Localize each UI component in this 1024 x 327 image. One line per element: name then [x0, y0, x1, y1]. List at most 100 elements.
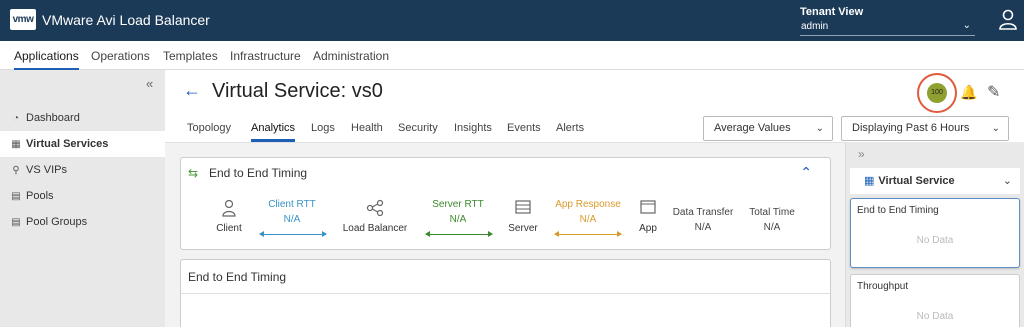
tab-events[interactable]: Events [507, 122, 541, 134]
tab-analytics[interactable]: Analytics [251, 122, 296, 142]
sidebar-item-label: Pools [26, 190, 54, 202]
total-time-label: Total Time [749, 207, 795, 218]
server-rtt-value: N/A [449, 214, 467, 225]
grid-icon: ▦ [11, 139, 21, 150]
end-to-end-timing-chart-card: End to End Timing [180, 259, 831, 327]
tab-alerts[interactable]: Alerts [556, 122, 584, 134]
app-response-value: N/A [579, 214, 597, 225]
grid-icon: ▦ [864, 175, 875, 187]
chevron-up-icon[interactable]: ⌃ [800, 164, 812, 181]
server-icon [503, 199, 543, 221]
nav-infrastructure[interactable]: Infrastructure [230, 49, 301, 63]
app-response-label: App Response [555, 199, 621, 210]
tenant-dropdown[interactable]: admin ⌄ [800, 20, 975, 36]
top-navigation: Applications Operations Templates Infras… [0, 41, 1024, 71]
chevron-down-icon: ⌄ [991, 123, 1000, 134]
client-node: Client [211, 199, 247, 234]
app-node: App [633, 199, 663, 234]
chevron-down-icon: ⌄ [1002, 175, 1012, 187]
tab-insights[interactable]: Insights [454, 122, 492, 134]
sidebar-item-label: VS VIPs [26, 164, 67, 176]
sidebar: « ◔ Dashboard ▦ Virtual Services ⚲ VS VIPs … [0, 70, 165, 327]
metric-tile-throughput[interactable]: Throughput No Data [850, 274, 1020, 327]
card-title: End to End Timing [188, 270, 287, 284]
server-group-icon: ▤ [11, 217, 21, 228]
tenant-value: admin [801, 21, 829, 32]
card-title: End to End Timing [209, 166, 308, 180]
page-title: Virtual Service: vs0 [212, 80, 383, 102]
values-dropdown-label: Average Values [714, 122, 791, 134]
metric-category-label: Virtual Service [878, 175, 955, 187]
client-rtt-label: Client RTT [268, 199, 316, 210]
sidebar-item-pool-groups[interactable]: ▤ Pool Groups [0, 209, 165, 235]
no-data-text: No Data [916, 235, 954, 246]
client-rtt-arrow [259, 231, 327, 237]
app-response-metric: App Response N/A [552, 199, 624, 225]
app-label: App [639, 223, 657, 234]
data-transfer-value: N/A [694, 222, 712, 233]
server-label: Server [508, 223, 538, 234]
load-balancer-node: Load Balancer [339, 199, 411, 234]
load-balancer-label: Load Balancer [342, 223, 408, 234]
metric-tile-title: Throughput [857, 281, 909, 292]
pencil-icon[interactable]: ✎ [987, 82, 1000, 102]
highlight-ring: 100 [917, 73, 957, 113]
sidebar-item-vs-vips[interactable]: ⚲ VS VIPs [0, 157, 165, 183]
load-balancer-icon [339, 199, 411, 221]
back-arrow-icon[interactable]: ← [183, 80, 201, 101]
metrics-panel: » ▦ Virtual Service ⌄ End to End Timing N… [845, 142, 1024, 327]
sidebar-item-label: Virtual Services [26, 138, 109, 150]
server-node: Server [503, 199, 543, 234]
total-time-value: N/A [763, 222, 781, 233]
tenant-selector[interactable]: Tenant View admin ⌄ [800, 6, 975, 36]
chevron-down-icon: ⌄ [815, 123, 824, 134]
nav-operations[interactable]: Operations [91, 49, 150, 63]
pin-icon: ⚲ [12, 165, 20, 176]
app-response-arrow [554, 231, 622, 237]
tab-logs[interactable]: Logs [311, 122, 335, 134]
time-range-dropdown[interactable]: Displaying Past 6 Hours ⌄ [841, 116, 1009, 141]
sidebar-item-dashboard[interactable]: ◔ Dashboard [0, 105, 165, 131]
vmware-logo: vmw [10, 9, 36, 30]
sidebar-item-virtual-services[interactable]: ▦ Virtual Services [0, 131, 165, 157]
data-transfer-metric: Data Transfer N/A [669, 207, 737, 233]
no-data-text: No Data [916, 311, 954, 322]
nav-administration[interactable]: Administration [313, 49, 389, 63]
tab-topology[interactable]: Topology [187, 122, 231, 134]
app-window-icon [633, 199, 663, 221]
nav-templates[interactable]: Templates [163, 49, 218, 63]
swap-arrows-icon: ⇆ [188, 166, 199, 180]
metric-tile-end-to-end-timing[interactable]: End to End Timing No Data [850, 198, 1020, 268]
divider [181, 293, 830, 294]
person-icon [211, 199, 247, 221]
tab-health[interactable]: Health [351, 122, 383, 134]
server-rtt-arrow [425, 231, 493, 237]
client-label: Client [216, 223, 242, 234]
tab-security[interactable]: Security [398, 122, 438, 134]
time-range-label: Displaying Past 6 Hours [852, 122, 970, 134]
client-rtt-metric: Client RTT N/A [257, 199, 327, 225]
sidebar-item-pools[interactable]: ▤ Pools [0, 183, 165, 209]
main-content: ← Virtual Service: vs0 100 🔔 ✎ Topology … [165, 70, 1024, 327]
values-dropdown[interactable]: Average Values ⌄ [703, 116, 833, 141]
bell-icon[interactable]: 🔔 [960, 84, 977, 101]
server-icon: ▤ [11, 191, 21, 202]
nav-applications[interactable]: Applications [14, 49, 79, 71]
metric-tile-title: End to End Timing [857, 205, 939, 216]
data-transfer-label: Data Transfer [672, 207, 734, 218]
tenant-label: Tenant View [800, 6, 864, 18]
top-header: vmw VMware Avi Load Balancer Tenant View… [0, 0, 1024, 41]
chevron-down-icon: ⌄ [962, 20, 971, 31]
metric-category-selector[interactable]: ▦ Virtual Service ⌄ [850, 168, 1020, 194]
server-rtt-label: Server RTT [432, 199, 484, 210]
collapse-sidebar-icon[interactable]: « [146, 76, 153, 91]
dashboard-icon: ◔ [12, 113, 20, 124]
expand-panel-icon[interactable]: » [858, 147, 865, 161]
user-icon[interactable] [998, 9, 1018, 31]
app-title: VMware Avi Load Balancer [42, 12, 210, 28]
sidebar-item-label: Dashboard [26, 112, 80, 124]
total-time-metric: Total Time N/A [743, 207, 801, 233]
analytics-content: ⇆ End to End Timing ⌃ Client Client RTT … [165, 142, 845, 327]
health-score-badge[interactable]: 100 [927, 83, 947, 103]
server-rtt-metric: Server RTT N/A [423, 199, 493, 225]
